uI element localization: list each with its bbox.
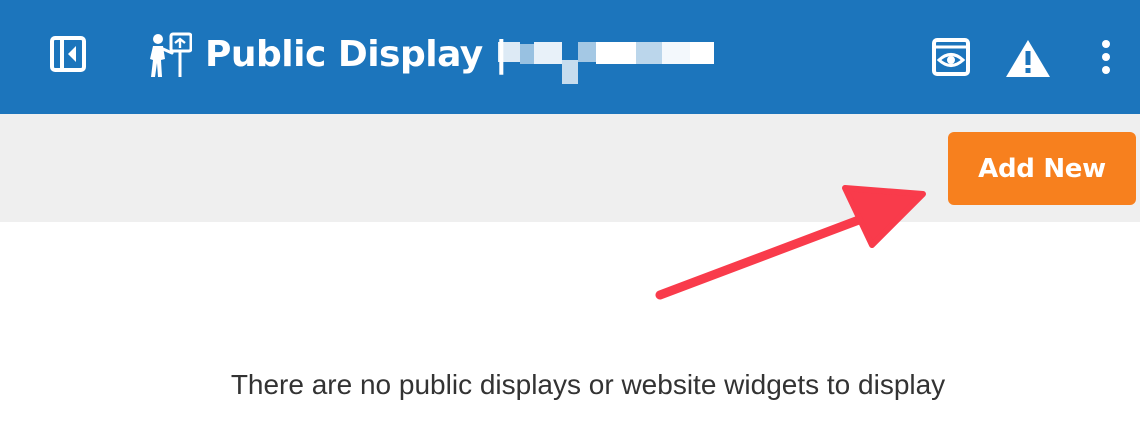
annotation-arrow	[655, 185, 926, 300]
person-with-sign-icon	[146, 31, 192, 79]
app-header: Public Display |	[0, 0, 1140, 114]
more-vertical-icon[interactable]	[1092, 34, 1120, 80]
redacted-text	[498, 40, 714, 84]
warning-triangle-icon[interactable]	[1004, 36, 1052, 80]
page: Public Display | Add New There are no pu…	[0, 0, 1140, 440]
add-new-button[interactable]: Add New	[948, 132, 1136, 205]
page-title: Public Display |	[205, 34, 508, 75]
sidebar-collapse-icon[interactable]	[46, 32, 90, 76]
empty-state-message: There are no public displays or website …	[230, 369, 946, 400]
eye-window-icon[interactable]	[928, 34, 974, 80]
